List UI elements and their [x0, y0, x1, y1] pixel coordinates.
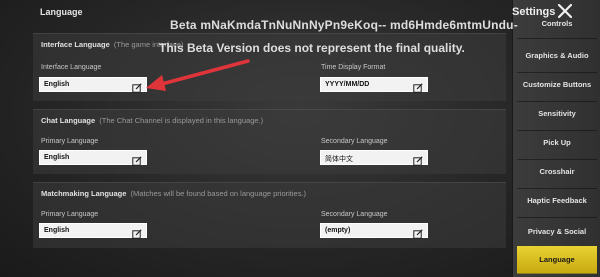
- matchmaking-secondary-value: (empty): [325, 227, 351, 234]
- panel-title: Interface Language: [41, 40, 110, 49]
- matchmaking-language-heading: Matchmaking Language (Matches will be fo…: [41, 189, 306, 198]
- chat-language-heading: Chat Language (The Chat Channel is displ…: [41, 116, 263, 125]
- matchmaking-secondary-label: Secondary Language: [321, 211, 388, 218]
- sidebar-item-privacy-social[interactable]: Privacy & Social: [517, 215, 597, 249]
- edit-icon[interactable]: [132, 153, 142, 166]
- chat-secondary-field[interactable]: 简体中文: [320, 150, 428, 166]
- edit-icon[interactable]: [132, 226, 142, 239]
- chat-secondary-value: 简体中文: [325, 155, 353, 163]
- settings-sidebar: Controls Graphics & Audio Customize Butt…: [512, 0, 600, 277]
- chat-primary-field[interactable]: English: [39, 150, 147, 166]
- close-icon[interactable]: [556, 2, 574, 20]
- chat-secondary-label: Secondary Language: [321, 138, 388, 145]
- edit-icon[interactable]: [413, 80, 423, 93]
- interface-language-label: Interface Language: [41, 64, 102, 71]
- matchmaking-primary-label: Primary Language: [41, 211, 99, 218]
- matchmaking-secondary-field[interactable]: (empty): [320, 223, 428, 239]
- panel-title: Matchmaking Language: [41, 189, 127, 198]
- section-title: Language: [40, 7, 83, 17]
- annotation-arrow-icon: [146, 59, 250, 91]
- matchmaking-language-panel: Matchmaking Language (Matches will be fo…: [33, 182, 506, 248]
- edit-icon[interactable]: [413, 153, 423, 166]
- interface-language-value: English: [44, 81, 70, 88]
- chat-language-panel: Chat Language (The Chat Channel is displ…: [33, 109, 506, 174]
- beta-watermark-line1: Beta mNaKmdaTnNuNnNyPn9eKoq-- md6Hmde6mt…: [170, 18, 518, 32]
- close-button[interactable]: [556, 2, 574, 20]
- time-format-label: Time Display Format: [321, 64, 386, 71]
- panel-hint: (Matches will be found based on language…: [130, 189, 307, 198]
- sidebar-item-haptic-feedback[interactable]: Haptic Feedback: [517, 184, 597, 218]
- time-format-field[interactable]: YYYY/MM/DD: [320, 77, 428, 93]
- time-format-value: YYYY/MM/DD: [325, 81, 370, 88]
- panel-hint: (The Chat Channel is displayed in this l…: [99, 116, 264, 125]
- matchmaking-primary-field[interactable]: English: [39, 223, 147, 239]
- interface-language-field[interactable]: English: [39, 77, 147, 93]
- matchmaking-primary-value: English: [44, 227, 70, 234]
- chat-primary-label: Primary Language: [41, 138, 99, 145]
- settings-title: Settings: [512, 6, 556, 18]
- edit-icon[interactable]: [413, 226, 423, 239]
- chat-primary-value: English: [44, 154, 70, 161]
- beta-watermark-line2: This Beta Version does not represent the…: [159, 41, 465, 55]
- sidebar-item-language[interactable]: Language: [517, 246, 597, 274]
- panel-title: Chat Language: [41, 116, 96, 125]
